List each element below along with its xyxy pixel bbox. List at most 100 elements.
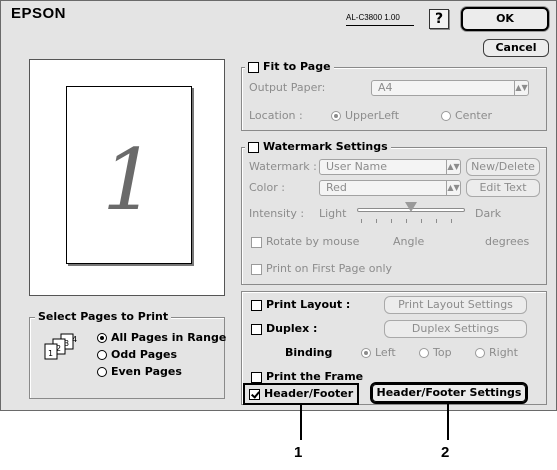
rotate-checkbox[interactable]: Rotate by mouse (251, 235, 359, 249)
select-pages-title: Select Pages to Print (35, 310, 172, 324)
header-footer-checkbox[interactable]: Header/Footer (249, 387, 353, 401)
duplex-check[interactable] (251, 323, 262, 335)
radio-center-button[interactable] (441, 111, 451, 121)
cancel-button[interactable]: Cancel (483, 39, 549, 57)
radio-center-label: Center (455, 109, 493, 122)
binding-left-button[interactable] (361, 348, 371, 358)
slider-tick (361, 219, 362, 223)
duplex-settings-button[interactable]: Duplex Settings (384, 320, 527, 338)
help-button[interactable]: ? (429, 9, 449, 29)
radio-upperleft-label: UpperLeft (345, 109, 400, 122)
binding-label: Binding (285, 346, 333, 359)
svg-text:2: 2 (56, 344, 61, 353)
intensity-label: Intensity : (249, 207, 305, 220)
radio-even-pages-button[interactable] (97, 367, 107, 377)
first-page-only-label: Print on First Page only (266, 262, 393, 275)
callout-line-2 (447, 404, 449, 440)
header-footer-label: Header/Footer (264, 387, 354, 400)
header-footer-check[interactable] (249, 388, 260, 400)
select-pages-title-text: Select Pages to Print (38, 310, 169, 323)
print-frame-label: Print the Frame (266, 370, 364, 383)
print-layout-check[interactable] (251, 299, 262, 311)
fit-to-page-check[interactable] (248, 61, 259, 73)
svg-text:1: 1 (48, 349, 53, 358)
radio-all-pages[interactable]: All Pages in Range (97, 331, 226, 345)
slider-tick (376, 219, 377, 223)
print-frame-checkbox[interactable]: Print the Frame (251, 370, 363, 384)
watermark-label: Watermark : (249, 160, 317, 173)
svg-text:3: 3 (64, 339, 69, 348)
popup-arrows-icon: ▲▼ (446, 181, 460, 195)
brand-logo: EPSON (11, 5, 67, 22)
color-value: Red (326, 181, 347, 194)
radio-center[interactable]: Center (441, 109, 492, 123)
radio-odd-pages[interactable]: Odd Pages (97, 348, 177, 362)
callout-number-1: 1 (294, 444, 303, 461)
preview-page-number: 1 (102, 131, 156, 229)
rotate-check[interactable] (251, 236, 262, 248)
fit-to-page-label: Fit to Page (263, 60, 331, 73)
print-frame-check[interactable] (251, 371, 262, 383)
print-layout-label: Print Layout : (266, 298, 351, 311)
output-paper-value: A4 (378, 81, 393, 94)
watermark-check[interactable] (248, 141, 259, 153)
preview-page: 1 (66, 86, 192, 264)
light-label: Light (319, 207, 347, 220)
degrees-label: degrees (485, 235, 530, 248)
edit-text-button[interactable]: Edit Text (466, 179, 540, 197)
duplex-checkbox[interactable]: Duplex : (251, 322, 317, 336)
svg-text:4: 4 (72, 335, 77, 344)
printer-settings-dialog: EPSON AL-C3800 1.00 ? OK Cancel 1 Select… (0, 0, 557, 411)
intensity-slider-thumb[interactable] (405, 202, 417, 212)
callout-line-1 (300, 404, 302, 440)
duplex-label: Duplex : (266, 322, 318, 335)
radio-upperleft[interactable]: UpperLeft (331, 109, 399, 123)
binding-right-label: Right (489, 346, 518, 359)
binding-top-button[interactable] (419, 348, 429, 358)
output-paper-label: Output Paper: (249, 81, 326, 94)
radio-upperleft-button[interactable] (331, 111, 341, 121)
angle-label: Angle (393, 235, 425, 248)
output-paper-popup[interactable]: A4 ▲▼ (371, 80, 529, 96)
ok-button[interactable]: OK (461, 7, 549, 31)
watermark-checkbox[interactable]: Watermark Settings (245, 140, 391, 154)
location-label: Location : (249, 109, 303, 122)
model-label: AL-C3800 1.00 (346, 13, 400, 22)
watermark-settings-label: Watermark Settings (263, 140, 388, 153)
color-label: Color : (249, 181, 285, 194)
slider-tick (436, 219, 437, 223)
slider-tick (406, 219, 407, 223)
color-popup[interactable]: Red ▲▼ (319, 180, 461, 196)
page-preview: 1 (29, 59, 225, 296)
radio-odd-pages-button[interactable] (97, 350, 107, 360)
slider-tick (391, 219, 392, 223)
binding-top-label: Top (433, 346, 452, 359)
radio-odd-pages-label: Odd Pages (111, 348, 177, 361)
binding-left-label: Left (375, 346, 396, 359)
slider-tick (421, 219, 422, 223)
watermark-value: User Name (326, 160, 388, 173)
binding-left[interactable]: Left (361, 346, 396, 360)
binding-top[interactable]: Top (419, 346, 452, 360)
radio-even-pages-label: Even Pages (111, 365, 182, 378)
popup-arrows-icon: ▲▼ (446, 160, 460, 174)
model-underline (346, 25, 414, 26)
callout-number-2: 2 (441, 444, 450, 461)
dark-label: Dark (475, 207, 502, 220)
first-page-only-checkbox[interactable]: Print on First Page only (251, 262, 392, 276)
popup-arrows-icon: ▲▼ (514, 81, 528, 95)
radio-even-pages[interactable]: Even Pages (97, 365, 182, 379)
first-page-only-check[interactable] (251, 263, 262, 275)
binding-right[interactable]: Right (475, 346, 518, 360)
slider-tick (451, 219, 452, 223)
pages-stack-icon: 1 2 3 4 (44, 333, 77, 360)
binding-right-button[interactable] (475, 348, 485, 358)
print-layout-checkbox[interactable]: Print Layout : (251, 298, 350, 312)
radio-all-pages-label: All Pages in Range (111, 331, 227, 344)
watermark-popup[interactable]: User Name ▲▼ (319, 159, 461, 175)
fit-to-page-checkbox[interactable]: Fit to Page (245, 60, 334, 74)
new-delete-button[interactable]: New/Delete (466, 158, 540, 176)
radio-all-pages-button[interactable] (97, 333, 107, 343)
header-footer-settings-button[interactable]: Header/Footer Settings (370, 382, 528, 404)
print-layout-settings-button[interactable]: Print Layout Settings (384, 296, 527, 314)
